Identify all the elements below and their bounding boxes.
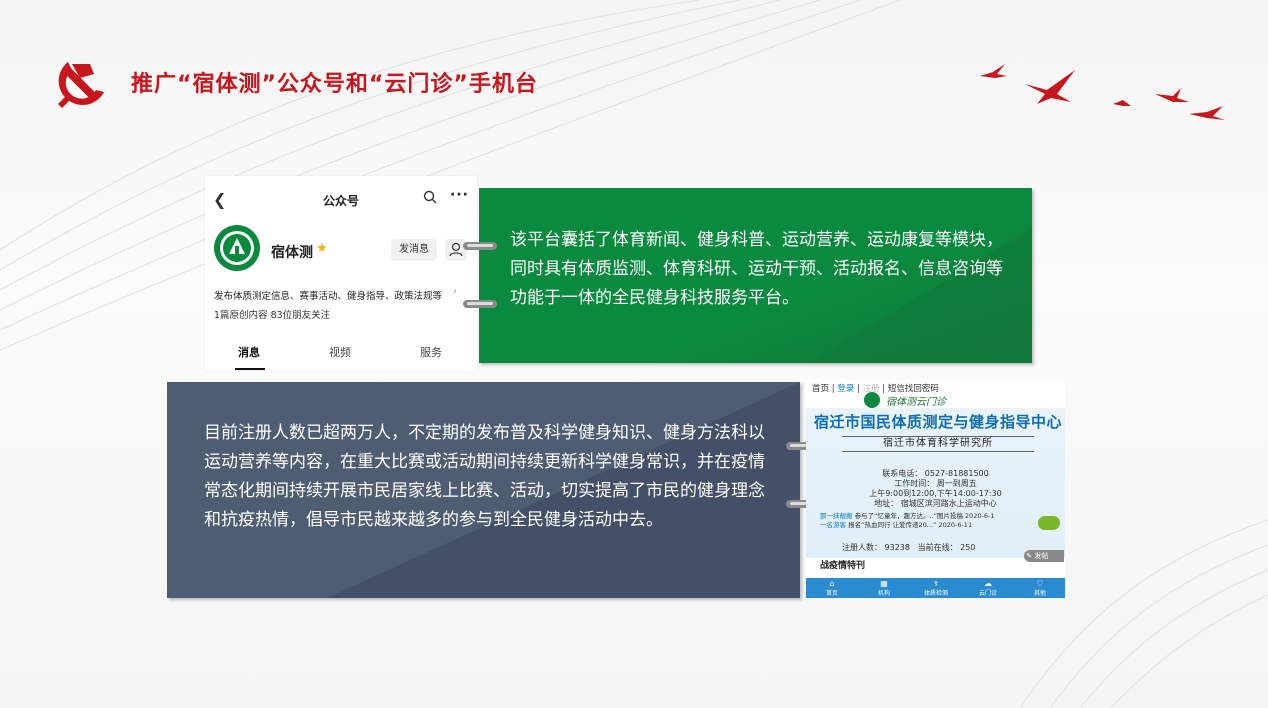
registration-stats: 注册人数： 93238 当前在线： 250	[842, 543, 976, 552]
chevron-right-icon[interactable]: ›	[453, 286, 457, 297]
tab-services[interactable]: 服务	[420, 344, 442, 360]
registration-summary-panel: 目前注册人数已超两万人，不定期的发布普及科学健身知识、健身方法科以运动营养等内容…	[167, 382, 800, 598]
active-tab-underline	[235, 368, 265, 370]
cloud-clinic-app-screenshot: 首页 | 登录 | 注册 | 短信找回密码 宿体测云门诊 宿迁市国民体质测定与健…	[806, 380, 1065, 598]
clip-pin-icon	[463, 242, 497, 250]
epidemic-special-title: 战疫情特刊	[820, 561, 866, 571]
app-brand: 宿体测云门诊	[886, 397, 946, 408]
wechat-account-card: ❮ 公众号 ··· 宿体测 ★ 发消息 发布体质测定信息、赛事活动、健身指导、政…	[205, 176, 477, 370]
more-icon[interactable]: ···	[450, 187, 469, 203]
account-name: 宿体测	[271, 245, 313, 261]
account-stats: 1篇原创内容 83位朋友关注	[214, 310, 331, 321]
platform-description-text: 该平台囊括了体育新闻、健身科普、运动营养、运动康复等模块，同时具有体质监测、体育…	[510, 230, 1003, 308]
flying-birds-icon	[980, 64, 1225, 120]
nav-home-link[interactable]: 首页	[812, 384, 829, 394]
news-item[interactable]: 一名游客 报名“热血同行 让爱传递20...” 2020-6-11	[820, 519, 972, 529]
star-icon: ★	[316, 241, 328, 256]
clip-pin-icon	[463, 300, 497, 308]
post-button[interactable]: ✎ 发帖	[1024, 550, 1064, 562]
cloud-icon: ☁	[984, 579, 992, 588]
nav-login-link[interactable]: 登录	[837, 384, 854, 394]
page-title: 推广“宿体测”公众号和“云门诊”手机台	[131, 72, 538, 97]
app-logo-icon	[864, 392, 880, 408]
address: 地址： 宿城区滨河路水上运动中心	[874, 499, 997, 508]
registration-summary-text: 目前注册人数已超两万人，不定期的发布普及科学健身知识、健身方法科以运动营养等内容…	[204, 423, 765, 530]
search-icon[interactable]	[423, 190, 437, 204]
chat-bubble-icon[interactable]	[1038, 516, 1060, 530]
bottom-tab-institution[interactable]: ▦ 机构	[858, 578, 910, 597]
stethoscope-icon: ⚕	[933, 579, 939, 588]
bottom-tab-fitness-test[interactable]: ⚕ 体质检测	[910, 578, 962, 597]
send-message-button[interactable]: 发消息	[391, 239, 437, 261]
bottom-tab-home[interactable]: ⌂ 首页	[806, 578, 858, 597]
institute-name: 宿迁市体育科学研究所	[842, 436, 1034, 452]
bottom-tab-cloud-clinic[interactable]: ☁ 云门诊	[962, 578, 1014, 597]
center-name: 宿迁市国民体质测定与健身指导中心	[814, 413, 1063, 431]
bottom-tab-other[interactable]: ♡ 其他	[1014, 578, 1065, 597]
platform-description-panel: 该平台囊括了体育新闻、健身科普、运动营养、运动康复等模块，同时具有体质监测、体育…	[479, 188, 1032, 363]
app-bottom-tabbar: ⌂ 首页 ▦ 机构 ⚕ 体质检测 ☁ 云门诊 ♡ 其他	[806, 578, 1065, 598]
building-icon: ▦	[880, 579, 888, 588]
party-emblem-icon	[58, 62, 104, 108]
home-icon: ⌂	[829, 579, 835, 588]
account-logo-icon	[214, 225, 260, 271]
account-description: 发布体质测定信息、赛事活动、健身指导、政策法规等	[214, 291, 443, 302]
tab-messages[interactable]: 消息	[238, 344, 260, 360]
tab-videos[interactable]: 视频	[329, 344, 351, 360]
heart-icon: ♡	[1036, 579, 1044, 588]
